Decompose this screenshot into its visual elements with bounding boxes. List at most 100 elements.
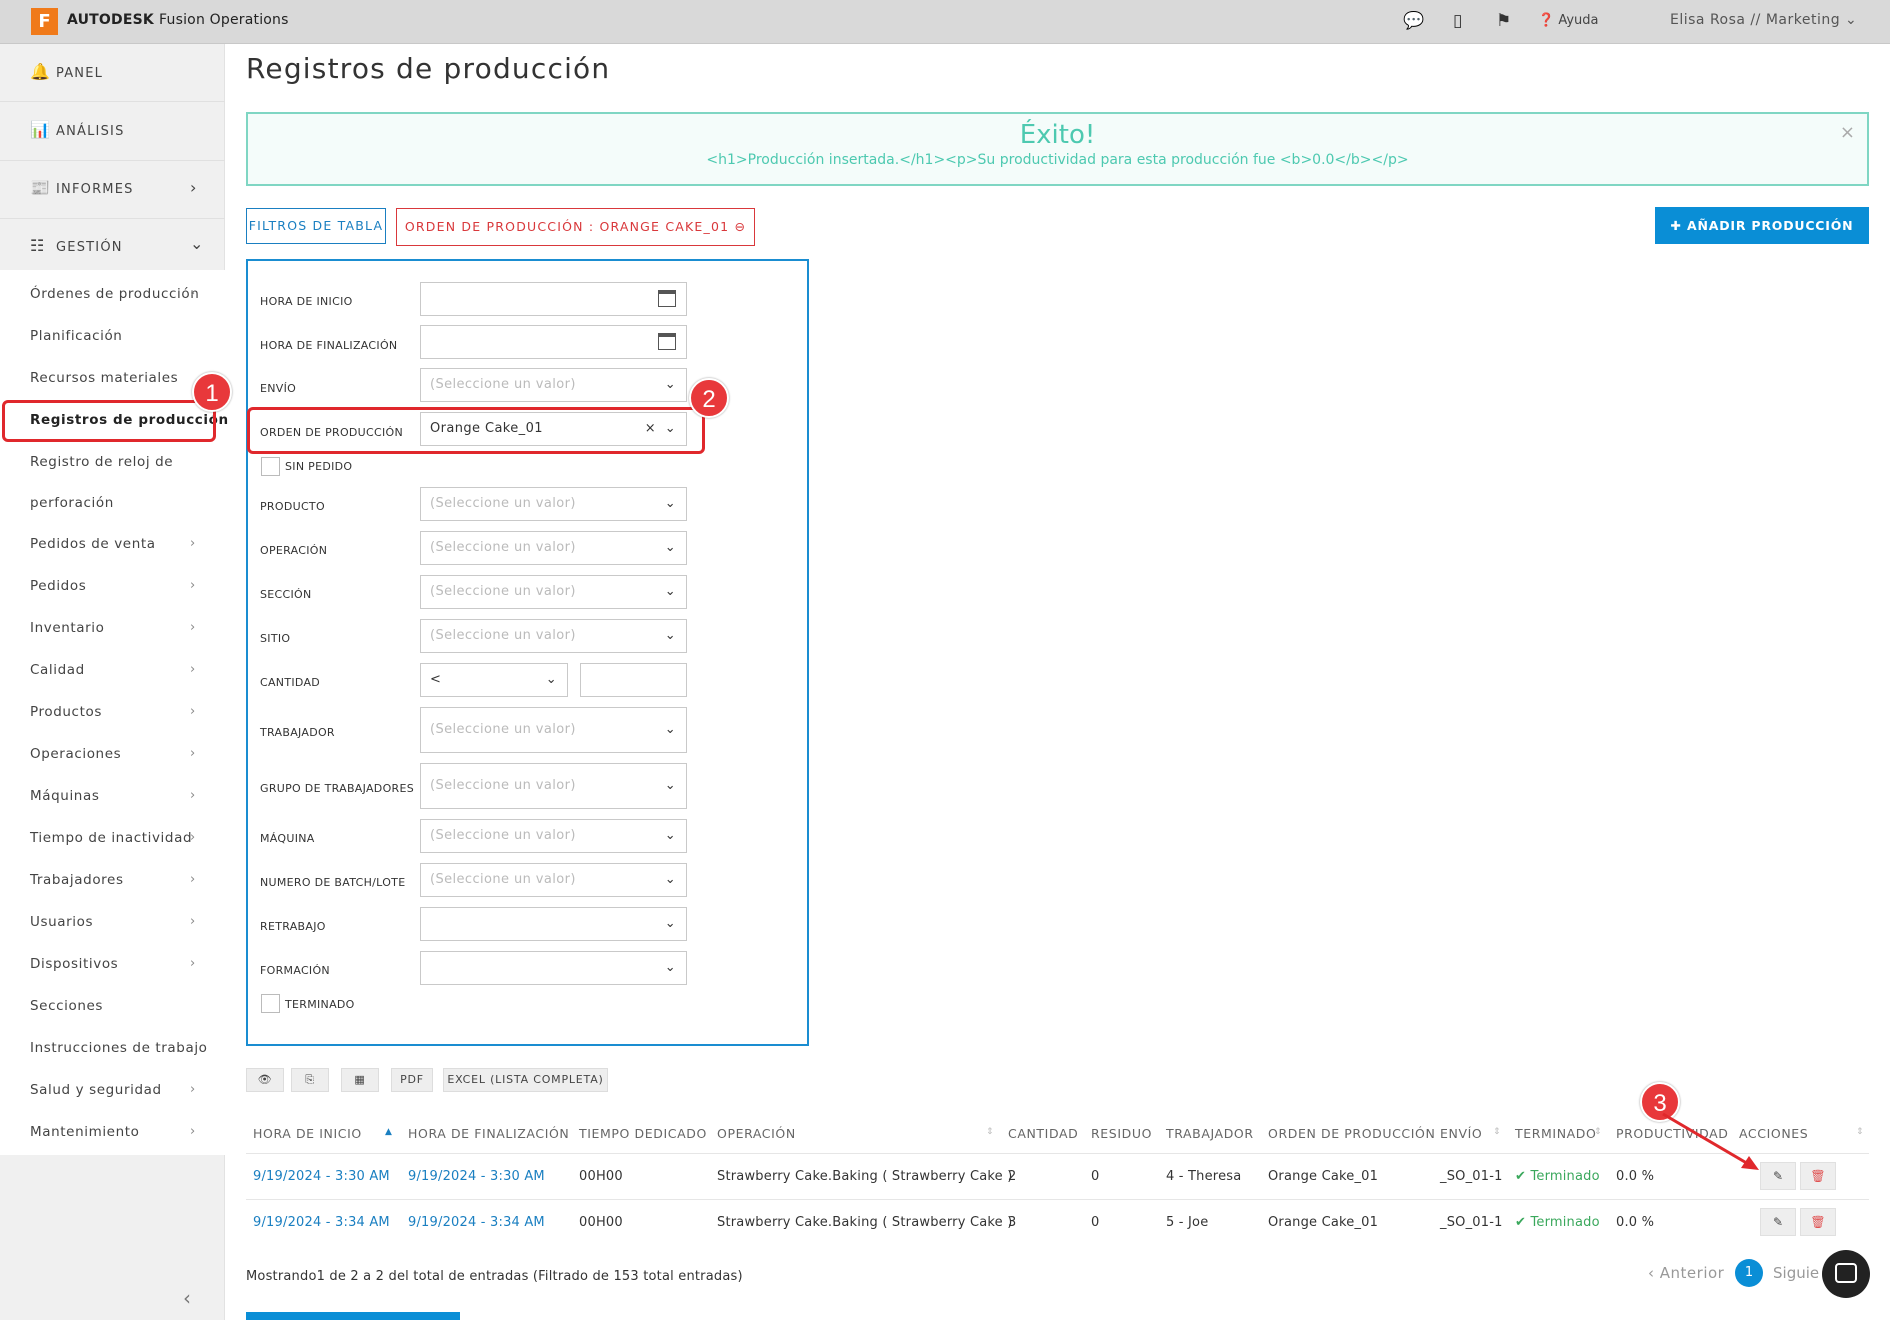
machine-label: MÁQUINA (260, 832, 315, 845)
training-select[interactable]: ⌄ (420, 951, 687, 985)
table-filters-button[interactable]: FILTROS DE TABLA (246, 208, 386, 244)
chevron-down-icon: ⌄ (664, 628, 676, 643)
column-header-worker[interactable]: TRABAJADOR (1166, 1126, 1254, 1141)
table-cell-waste: 0 (1091, 1215, 1100, 1230)
column-header-shipment[interactable]: ENVÍO (1440, 1126, 1482, 1141)
plus-icon: ✚ (1670, 218, 1682, 233)
column-header-order[interactable]: ORDEN DE PRODUCCIÓN (1268, 1126, 1435, 1141)
shipment-select[interactable]: (Seleccione un valor) ⌄ (420, 368, 687, 402)
column-visibility-button[interactable]: 👁 (246, 1068, 284, 1092)
sidebar-item-planning[interactable]: Planificación (30, 328, 122, 344)
excel-button[interactable]: EXCEL (LISTA COMPLETA) (443, 1068, 608, 1092)
start-time-input[interactable] (420, 282, 687, 316)
mobile-icon[interactable]: ▯ (1453, 11, 1462, 31)
sidebar-item-material-resources[interactable]: Recursos materiales (30, 370, 178, 386)
delete-button[interactable]: 🗑 (1800, 1162, 1836, 1190)
add-production-button[interactable]: ✚ AÑADIR PRODUCCIÓN (1655, 207, 1869, 244)
end-time-input[interactable] (420, 325, 687, 359)
machine-select[interactable]: (Seleccione un valor) ⌄ (420, 819, 687, 853)
sidebar-item-users[interactable]: Usuarios (30, 914, 93, 930)
worker-group-select[interactable]: (Seleccione un valor) ⌄ (420, 763, 687, 809)
pdf-button[interactable]: PDF (391, 1068, 433, 1092)
product-select[interactable]: (Seleccione un valor) ⌄ (420, 487, 687, 521)
sidebar-item-production-orders[interactable]: Órdenes de producción (30, 286, 199, 302)
sidebar-item-machines[interactable]: Máquinas (30, 788, 99, 804)
pagination-page-1[interactable]: 1 (1735, 1259, 1763, 1287)
sidebar-item-devices[interactable]: Dispositivos (30, 956, 118, 972)
rework-select[interactable]: ⌄ (420, 907, 687, 941)
copy-icon: ⎘ (305, 1073, 315, 1086)
site-select[interactable]: (Seleccione un valor) ⌄ (420, 619, 687, 653)
quantity-label: CANTIDAD (260, 676, 321, 689)
sidebar-item-reports[interactable]: 📰 INFORMES (30, 178, 134, 197)
copy-button[interactable]: ⎘ (291, 1068, 329, 1092)
start-time-label: HORA DE INICIO (260, 295, 353, 308)
calendar-icon[interactable] (658, 333, 676, 350)
sidebar-item-time-clock[interactable]: Registro de reloj de (30, 454, 173, 470)
pagination-previous[interactable]: ‹ Anterior (1648, 1264, 1724, 1282)
table-cell-end[interactable]: 9/19/2024 - 3:30 AM (408, 1169, 545, 1184)
column-header-finished[interactable]: TERMINADO (1515, 1126, 1596, 1141)
finished-checkbox[interactable] (261, 994, 280, 1013)
sidebar-item-analysis[interactable]: 📊 ANÁLISIS (30, 120, 125, 139)
calendar-icon[interactable] (658, 290, 676, 307)
column-header-quantity[interactable]: CANTIDAD (1008, 1126, 1078, 1141)
sidebar-item-panel[interactable]: 🔔 PANEL (30, 62, 103, 81)
sidebar-item-health-safety[interactable]: Salud y seguridad (30, 1082, 162, 1098)
table-cell-finished: ✔ Terminado (1515, 1215, 1600, 1230)
site-label: SITIO (260, 632, 291, 645)
table-cell-time: 00H00 (579, 1215, 623, 1230)
csv-button[interactable]: ▦ (341, 1068, 379, 1092)
no-order-label: SIN PEDIDO (285, 460, 353, 473)
worker-select[interactable]: (Seleccione un valor) ⌄ (420, 707, 687, 753)
sidebar-item-orders[interactable]: Pedidos (30, 578, 86, 594)
table-cell-end[interactable]: 9/19/2024 - 3:34 AM (408, 1215, 545, 1230)
edit-button[interactable]: ✎ (1760, 1208, 1796, 1236)
sidebar-item-time-clock-cont[interactable]: perforación (30, 495, 114, 511)
operation-select[interactable]: (Seleccione un valor) ⌄ (420, 531, 687, 565)
sidebar-item-maintenance[interactable]: Mantenimiento (30, 1124, 140, 1140)
sort-icon: ⇕ (986, 1127, 994, 1137)
table-cell-operation: Strawberry Cake.Baking ( Strawberry Cake… (717, 1215, 1013, 1230)
bookmark-icon[interactable]: ⚑ (1496, 11, 1511, 31)
column-header-operation[interactable]: OPERACIÓN (717, 1126, 796, 1141)
column-header-end[interactable]: HORA DE FINALIZACIÓN (408, 1126, 569, 1141)
sidebar-item-products[interactable]: Productos (30, 704, 102, 720)
support-chat-button[interactable] (1822, 1250, 1870, 1298)
quantity-input[interactable] (580, 663, 687, 697)
sidebar-item-sections[interactable]: Secciones (30, 998, 103, 1014)
edit-button[interactable]: ✎ (1760, 1162, 1796, 1190)
no-order-checkbox[interactable] (261, 457, 280, 476)
column-header-time[interactable]: TIEMPO DEDICADO (579, 1126, 707, 1141)
help-link[interactable]: ❓ Ayuda (1538, 13, 1599, 28)
app-logo[interactable]: F (31, 8, 58, 35)
bottom-button[interactable] (246, 1312, 460, 1320)
table-cell-start[interactable]: 9/19/2024 - 3:30 AM (253, 1169, 390, 1184)
delete-button[interactable]: 🗑 (1800, 1208, 1836, 1236)
chevron-down-icon: ⌄ (190, 234, 204, 253)
quantity-operator-select[interactable]: < ⌄ (420, 663, 568, 697)
batch-select[interactable]: (Seleccione un valor) ⌄ (420, 863, 687, 897)
sidebar-item-inventory[interactable]: Inventario (30, 620, 105, 636)
collapse-sidebar-icon[interactable]: ‹ (183, 1286, 191, 1310)
pagination-next[interactable]: Siguie (1773, 1264, 1819, 1282)
close-icon[interactable]: × (1840, 122, 1855, 143)
section-select[interactable]: (Seleccione un valor) ⌄ (420, 575, 687, 609)
column-header-waste[interactable]: RESIDUO (1091, 1126, 1152, 1141)
sidebar-item-operations[interactable]: Operaciones (30, 746, 121, 762)
chevron-right-icon: › (190, 536, 196, 551)
column-header-start[interactable]: HORA DE INICIO (253, 1126, 362, 1141)
table-cell-start[interactable]: 9/19/2024 - 3:34 AM (253, 1215, 390, 1230)
chat-icon[interactable]: 💬 (1403, 11, 1424, 31)
sidebar-item-downtime[interactable]: Tiempo de inactividad (30, 830, 192, 846)
sidebar-item-workers[interactable]: Trabajadores (30, 872, 124, 888)
chevron-down-icon: ⌄ (664, 778, 676, 793)
table-cell-worker: 5 - Joe (1166, 1215, 1209, 1230)
remove-icon[interactable]: ⊖ (734, 219, 746, 234)
user-menu[interactable]: Elisa Rosa // Marketing ⌄ (1670, 12, 1857, 28)
order-filter-chip[interactable]: ORDEN DE PRODUCCIÓN : ORANGE CAKE_01 ⊖ (396, 208, 755, 246)
sidebar-item-sales-orders[interactable]: Pedidos de venta (30, 536, 156, 552)
sidebar-item-work-instructions[interactable]: Instrucciones de trabajo (30, 1040, 208, 1056)
sidebar-item-quality[interactable]: Calidad (30, 662, 85, 678)
sidebar-item-management[interactable]: ☷ GESTIÓN (30, 236, 123, 255)
